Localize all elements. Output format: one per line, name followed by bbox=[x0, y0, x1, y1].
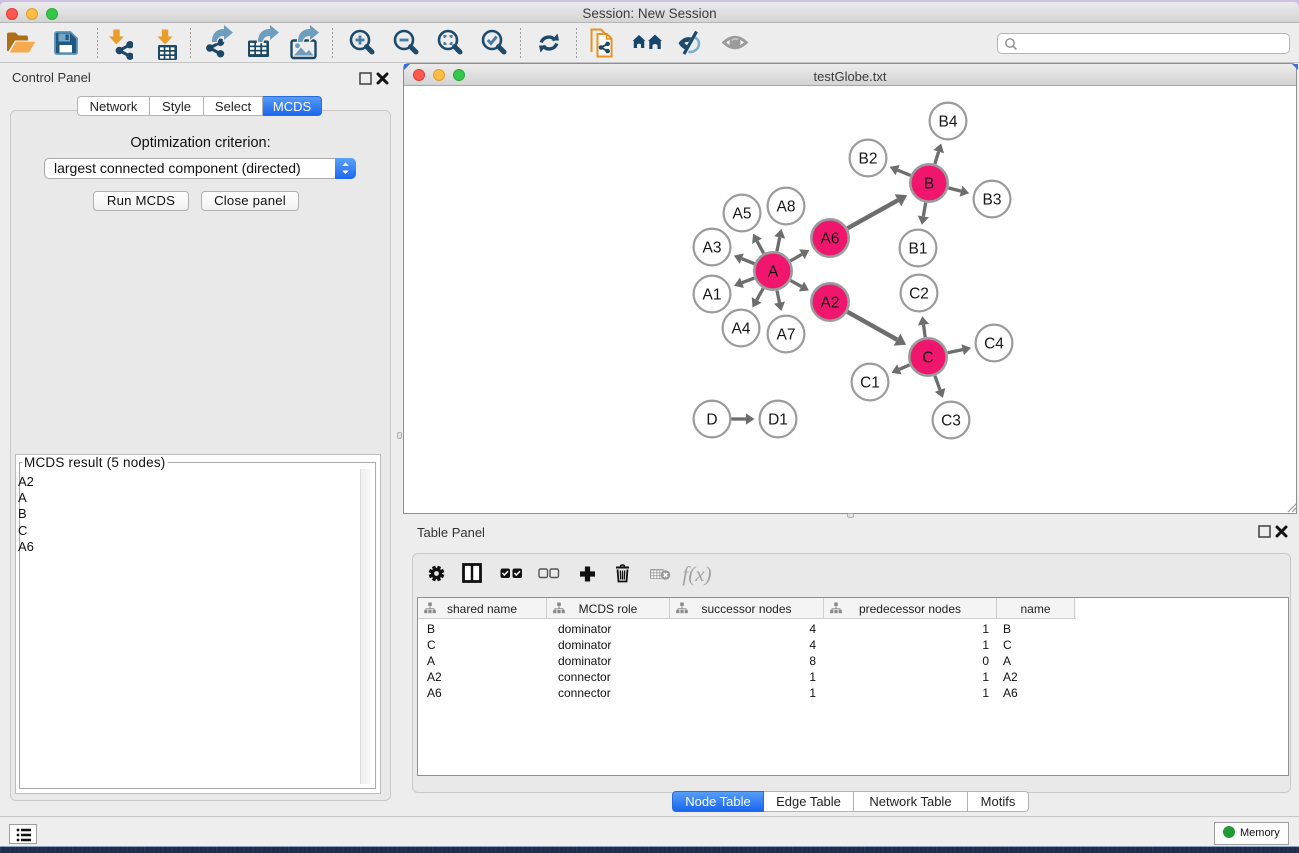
svg-text:A7: A7 bbox=[777, 327, 796, 344]
svg-text:A2: A2 bbox=[821, 295, 840, 312]
svg-text:D: D bbox=[706, 412, 717, 429]
svg-text:C: C bbox=[922, 350, 933, 367]
svg-text:A1: A1 bbox=[703, 287, 722, 304]
svg-text:A6: A6 bbox=[821, 231, 840, 248]
svg-text:A5: A5 bbox=[733, 206, 752, 223]
svg-text:C1: C1 bbox=[860, 375, 880, 392]
svg-text:C2: C2 bbox=[909, 286, 929, 303]
svg-text:B4: B4 bbox=[939, 114, 958, 131]
svg-text:A4: A4 bbox=[732, 321, 751, 338]
svg-text:B: B bbox=[924, 176, 934, 193]
svg-text:D1: D1 bbox=[768, 412, 788, 429]
svg-text:A: A bbox=[768, 264, 779, 281]
svg-text:A3: A3 bbox=[703, 240, 722, 257]
svg-text:B2: B2 bbox=[859, 151, 878, 168]
svg-text:C3: C3 bbox=[941, 413, 961, 430]
svg-text:A8: A8 bbox=[777, 199, 796, 216]
svg-text:B3: B3 bbox=[983, 192, 1002, 209]
svg-text:C4: C4 bbox=[984, 336, 1004, 353]
svg-text:B1: B1 bbox=[909, 241, 928, 258]
